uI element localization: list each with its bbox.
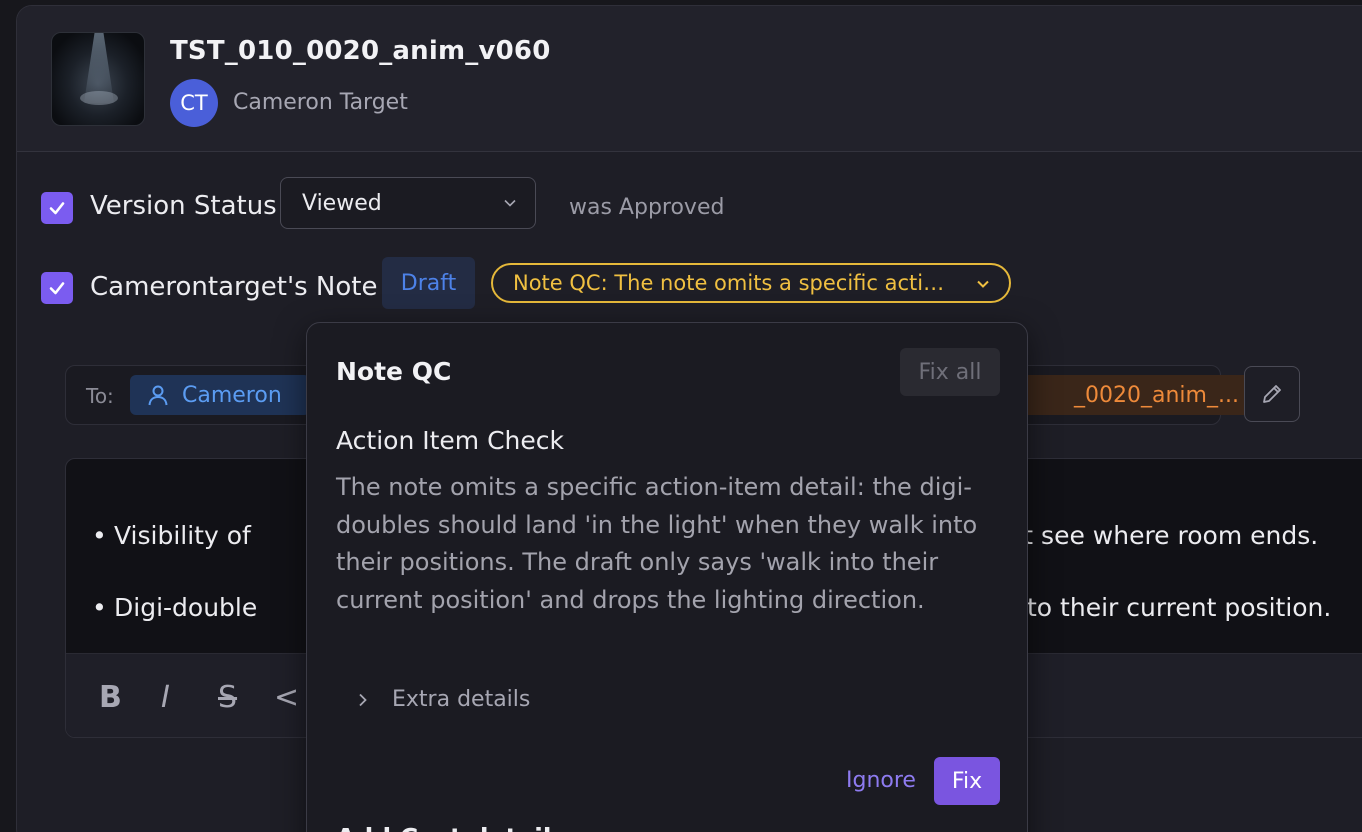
avatar: CT: [170, 79, 218, 127]
status-suffix: was Approved: [569, 195, 725, 220]
checkmark-icon: [49, 202, 65, 215]
version-title: TST_010_0020_anim_v060: [170, 36, 551, 66]
note-qc-popover: Note QC Fix all Action Item Check The no…: [306, 322, 1028, 832]
note-qc-pill-text: Note QC: The note omits a specific acti…: [513, 271, 945, 295]
check-description: The note omits a specific action-item de…: [336, 473, 978, 614]
next-check-title: Add Cast details: [336, 823, 566, 832]
strikethrough-icon[interactable]: S: [218, 680, 237, 715]
version-status-select[interactable]: Viewed: [280, 177, 536, 229]
draft-badge: Draft: [382, 257, 475, 309]
note-bullet: Digi-double: [92, 593, 257, 622]
note-bullet-continued: ot see where room ends.: [986, 521, 1318, 550]
checkmark-icon: [49, 282, 65, 295]
check-title: Action Item Check: [336, 426, 565, 455]
person-icon: [148, 385, 168, 406]
fix-button[interactable]: Fix: [934, 757, 1000, 805]
version-header: TST_010_0020_anim_v060 CT Cameron Target: [17, 6, 1362, 152]
note-label: Camerontarget's Note: [90, 272, 378, 302]
user-name: Cameron Target: [233, 90, 408, 115]
version-link-chip[interactable]: _0020_anim_...: [996, 375, 1266, 415]
chevron-down-icon: [504, 199, 516, 207]
edit-recipients-button[interactable]: [1244, 366, 1300, 422]
ignore-button[interactable]: Ignore: [846, 768, 916, 793]
to-label: To:: [86, 384, 114, 408]
recipient-chip-label: Cameron: [182, 382, 282, 408]
bold-icon[interactable]: B: [99, 680, 122, 715]
version-status-label: Version Status: [90, 191, 277, 221]
italic-icon[interactable]: I: [161, 680, 170, 715]
note-checkbox[interactable]: [41, 272, 73, 304]
chevron-right-icon: [359, 693, 367, 707]
pencil-icon: [1263, 385, 1281, 403]
extra-details-label: Extra details: [392, 687, 531, 712]
extra-details-toggle[interactable]: Extra details: [355, 687, 530, 712]
code-icon[interactable]: <: [274, 680, 299, 715]
note-bullet-continued: to their current position.: [1005, 593, 1331, 622]
popover-title: Note QC: [336, 357, 452, 386]
version-thumbnail[interactable]: [51, 32, 145, 126]
version-status-checkbox[interactable]: [41, 192, 73, 224]
version-status-value: Viewed: [302, 190, 382, 216]
note-qc-pill[interactable]: Note QC: The note omits a specific acti…: [491, 263, 1011, 303]
fix-all-button[interactable]: Fix all: [900, 348, 1000, 396]
note-bullet: Visibility of: [92, 521, 251, 550]
recipient-chip[interactable]: Cameron: [130, 375, 310, 415]
chevron-down-icon: [977, 280, 989, 288]
